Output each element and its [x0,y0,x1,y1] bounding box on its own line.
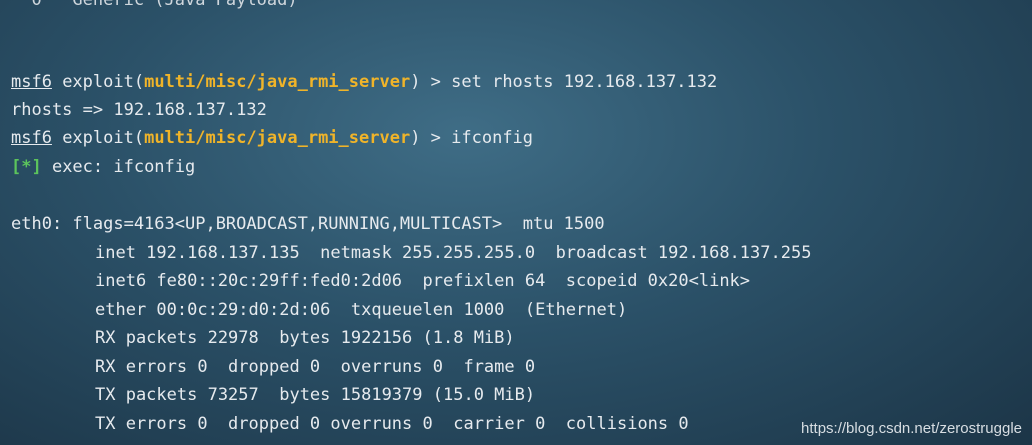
prompt-prefix: exploit( [51,128,145,148]
status-text: exec: ifconfig [41,157,196,177]
rx-errors-line: RX errors 0 dropped 0 overruns 0 frame 0 [95,357,536,377]
command-text: ifconfig [451,128,534,148]
msf-prompt: msf6 [11,72,52,92]
prompt-suffix: ) > [410,72,452,92]
eth0-header: eth0: flags=4163<UP,BROADCAST,RUNNING,MU… [11,214,605,234]
partial-top-line: 0 Generic (Java Payload) [11,0,298,10]
inet6-line: inet6 fe80::20c:29ff:fed0:2d06 prefixlen… [95,271,751,291]
tx-packets-line: TX packets 73257 bytes 15819379 (15.0 Mi… [95,385,536,405]
inet-line: inet 192.168.137.135 netmask 255.255.255… [95,243,812,263]
prompt-line-1: msf6 exploit(multi/misc/java_rmi_server)… [11,68,717,96]
command-text: set rhosts 192.168.137.132 [451,72,718,92]
output-rhosts: rhosts => 192.168.137.132 [11,100,267,120]
rx-packets-line: RX packets 22978 bytes 1922156 (1.8 MiB) [95,328,515,348]
prompt-line-2: msf6 exploit(multi/misc/java_rmi_server)… [11,124,533,152]
status-line: [*] exec: ifconfig [11,153,195,181]
tx-errors-line: TX errors 0 dropped 0 overruns 0 carrier… [95,414,689,434]
terminal-output[interactable]: 0 Generic (Java Payload) msf6 exploit(mu… [11,0,1021,445]
watermark: https://blog.csdn.net/zerostruggle [801,420,1022,437]
module-name: multi/misc/java_rmi_server [144,128,411,148]
msf-prompt: msf6 [11,128,52,148]
status-marker: [*] [11,157,42,177]
module-name: multi/misc/java_rmi_server [144,72,411,92]
prompt-prefix: exploit( [51,72,145,92]
prompt-suffix: ) > [410,128,452,148]
ether-line: ether 00:0c:29:d0:2d:06 txqueuelen 1000 … [95,300,628,320]
